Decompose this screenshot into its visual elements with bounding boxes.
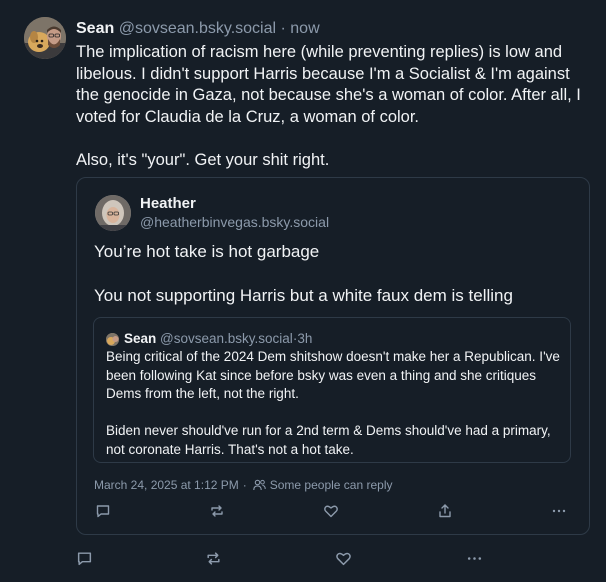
quote-text: You’re hot take is hot garbage You not s…: [94, 241, 574, 307]
nested-quote-post[interactable]: Sean @sovsean.bsky.social · 3h Being cri…: [93, 317, 571, 463]
repost-icon: [211, 505, 223, 517]
reply-button[interactable]: [76, 548, 93, 568]
author-handle[interactable]: @sovsean.bsky.social: [119, 20, 276, 37]
more-icon: [467, 556, 482, 560]
nested-author-handle[interactable]: @sovsean.bsky.social: [160, 331, 293, 347]
people-icon: [253, 479, 266, 491]
nested-author-name[interactable]: Sean: [124, 331, 156, 347]
author-name[interactable]: Sean: [76, 20, 114, 37]
quote-reply-button[interactable]: [95, 501, 111, 521]
nested-quote-text: Being critical of the 2024 Dem shitshow …: [106, 348, 566, 459]
repost-icon: [207, 551, 220, 565]
avatar-photo-icon: [106, 332, 119, 346]
quote-paragraph: You not supporting Harris but a white fa…: [94, 286, 513, 305]
quote-paragraph: You’re hot take is hot garbage: [94, 242, 320, 261]
share-icon: [439, 504, 451, 518]
meta-separator: ·: [242, 478, 247, 492]
quote-more-button[interactable]: [551, 501, 567, 521]
quote-actions: [95, 501, 573, 521]
post-text: The implication of racism here (while pr…: [76, 42, 596, 171]
more-button[interactable]: [466, 548, 483, 568]
quote-share-button[interactable]: [437, 501, 453, 521]
post-time[interactable]: now: [290, 20, 319, 37]
repost-button[interactable]: [205, 548, 222, 568]
nested-quote-header: Sean @sovsean.bsky.social · 3h: [106, 331, 312, 347]
nested-avatar[interactable]: [106, 332, 119, 346]
avatar[interactable]: [24, 17, 66, 59]
quote-like-button[interactable]: [323, 501, 339, 521]
time-separator: ·: [276, 20, 291, 37]
post-header: Sean @sovsean.bsky.social · now: [76, 19, 320, 39]
quote-author-handle[interactable]: @heatherbinvegas.bsky.social: [140, 213, 329, 231]
post-paragraph: Also, it's "your". Get your shit right.: [76, 150, 330, 169]
reply-icon: [96, 505, 110, 518]
post: Sean @sovsean.bsky.social · now The impl…: [0, 0, 606, 582]
quote-author-name[interactable]: Heather: [140, 195, 196, 213]
post-actions: [76, 548, 496, 568]
nested-paragraph: Biden never should've run for a 2nd term…: [106, 423, 551, 457]
like-icon: [324, 505, 338, 518]
quote-meta: March 24, 2025 at 1:12 PM · Some people …: [94, 477, 393, 493]
post-paragraph: The implication of racism here (while pr…: [76, 43, 581, 126]
avatar-photo-icon: [24, 17, 66, 59]
quote-avatar[interactable]: [95, 195, 131, 231]
nested-paragraph: Being critical of the 2024 Dem shitshow …: [106, 349, 560, 401]
avatar-photo-icon: [95, 195, 131, 231]
more-icon: [552, 509, 566, 513]
like-icon: [336, 552, 351, 565]
like-button[interactable]: [335, 548, 352, 568]
quote-timestamp[interactable]: March 24, 2025 at 1:12 PM: [94, 477, 239, 493]
nested-post-time[interactable]: 3h: [297, 331, 312, 347]
reply-icon: [77, 551, 92, 565]
reply-setting[interactable]: Some people can reply: [270, 477, 393, 493]
quote-repost-button[interactable]: [209, 501, 225, 521]
quote-post[interactable]: Heather @heatherbinvegas.bsky.social You…: [76, 177, 590, 535]
